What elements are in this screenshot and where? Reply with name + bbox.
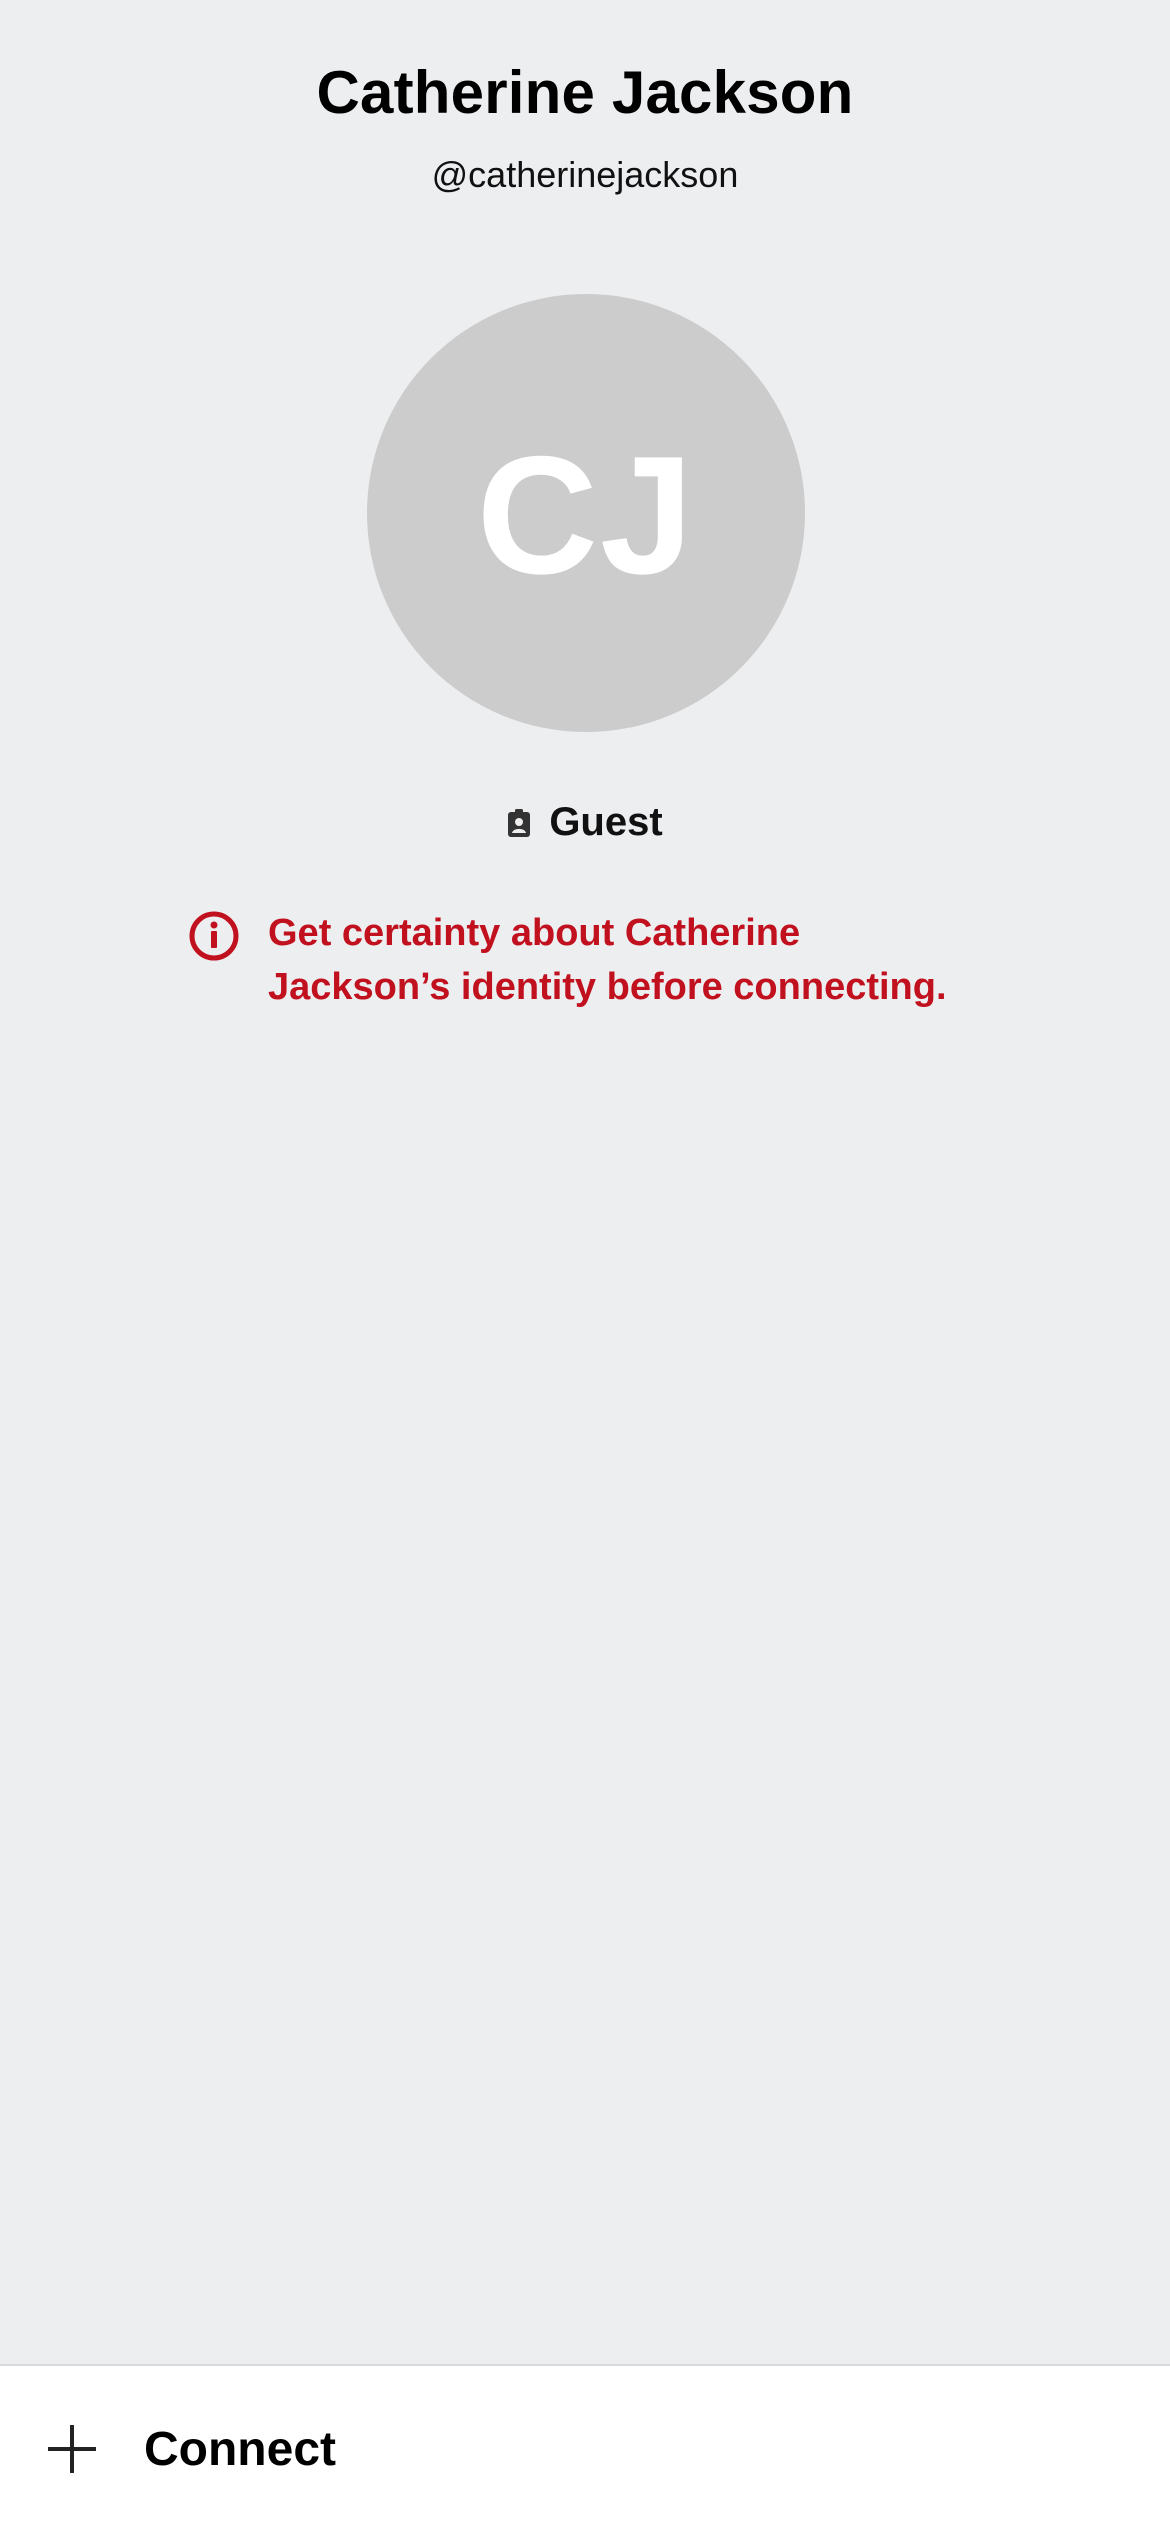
username: @catherinejackson bbox=[431, 154, 739, 195]
connect-label: Connect bbox=[144, 2422, 336, 2476]
display-name: Catherine Jackson bbox=[316, 59, 854, 126]
avatar: CJ bbox=[367, 294, 805, 732]
plus-icon bbox=[44, 2421, 100, 2477]
role-label: Guest bbox=[549, 800, 663, 844]
warning-text: Get certainty about Catherine Jackson’s … bbox=[268, 912, 947, 1008]
info-circle-icon bbox=[188, 910, 240, 962]
bottom-action-bar: Connect bbox=[0, 2364, 1170, 2532]
connect-button[interactable]: Connect bbox=[0, 2366, 1170, 2532]
identity-warning: Get certainty about Catherine Jackson’s … bbox=[188, 906, 1048, 1014]
role-badge: Guest bbox=[0, 800, 1170, 845]
guest-badge-icon bbox=[507, 808, 531, 838]
avatar-initials: CJ bbox=[476, 420, 696, 609]
